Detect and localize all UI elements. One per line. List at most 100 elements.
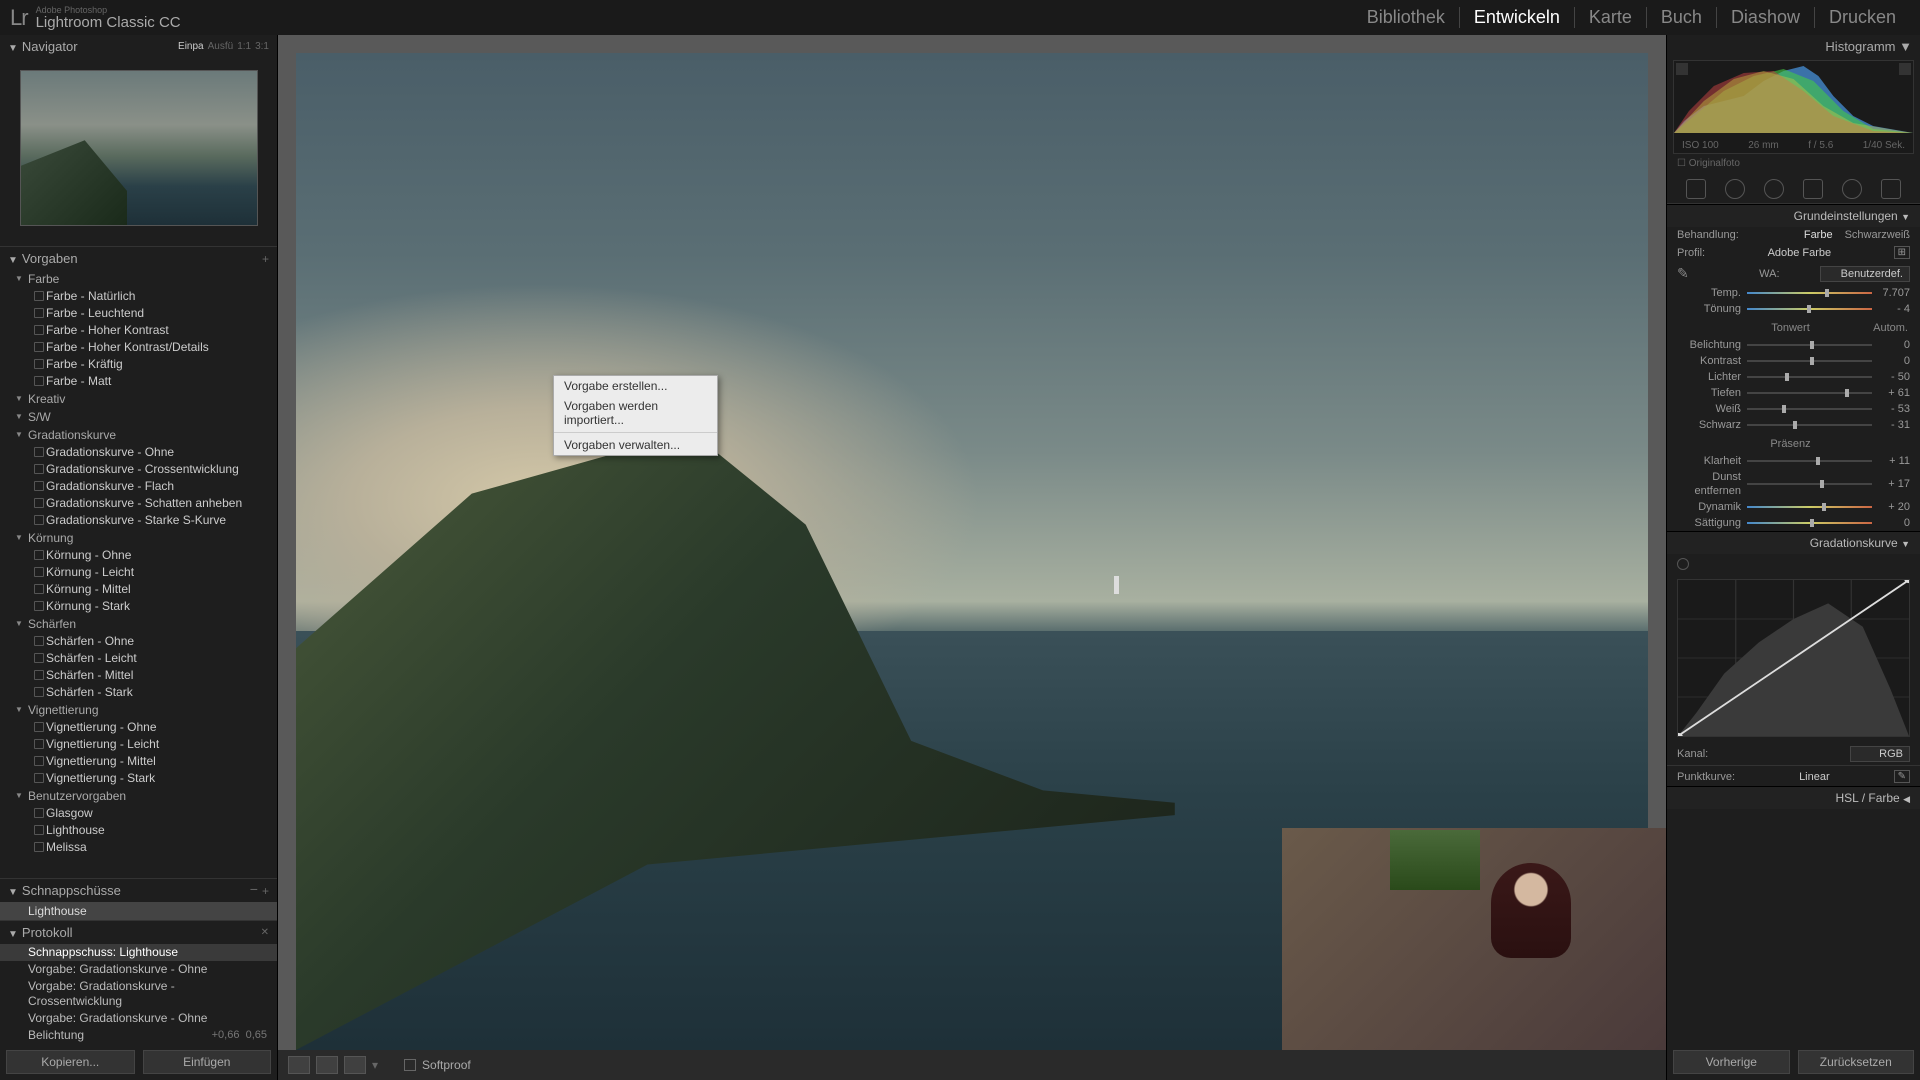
preset-group[interactable]: Schärfen [0,615,277,633]
spot-tool-icon[interactable] [1725,179,1745,199]
treatment-bw[interactable]: Schwarzweiß [1845,228,1910,242]
wb-dropdown[interactable]: Benutzerdef. [1820,266,1910,282]
navigator-preview[interactable] [0,58,277,246]
module-library[interactable]: Bibliothek [1353,7,1460,28]
navigator-header[interactable]: ▼Navigator Einpa Ausfü 1:1 3:1 [0,35,277,58]
snapshot-add-icon[interactable]: + [262,884,269,898]
slider-Kontrast[interactable]: Kontrast0 [1667,353,1920,369]
module-print[interactable]: Drucken [1815,7,1910,28]
preset-group[interactable]: Vignettierung [0,701,277,719]
shadow-clip-icon[interactable] [1676,63,1688,75]
menu-import-preset[interactable]: Vorgaben werden importiert... [554,396,717,430]
slider-Klarheit[interactable]: Klarheit+ 11 [1667,453,1920,469]
slider-Belichtung[interactable]: Belichtung0 [1667,337,1920,353]
slider-Lichter[interactable]: Lichter- 50 [1667,369,1920,385]
preset-item[interactable]: Gradationskurve - Ohne [0,444,277,461]
history-clear-icon[interactable]: ✕ [261,927,269,938]
highlight-clip-icon[interactable] [1899,63,1911,75]
preset-item[interactable]: Körnung - Mittel [0,581,277,598]
preset-item[interactable]: Körnung - Stark [0,598,277,615]
preset-item[interactable]: Glasgow [0,805,277,822]
preset-item[interactable]: Farbe - Natürlich [0,288,277,305]
preset-item[interactable]: Vignettierung - Stark [0,770,277,787]
slider-Weiß[interactable]: Weiß- 53 [1667,401,1920,417]
module-book[interactable]: Buch [1647,7,1717,28]
histogram-header[interactable]: Histogramm ▼ [1667,35,1920,58]
loupe-view-icon[interactable] [288,1056,310,1074]
history-item[interactable]: Belichtung +0,66 0,65 [0,1027,277,1044]
previous-button[interactable]: Vorherige [1673,1050,1790,1074]
preset-item[interactable]: Schärfen - Mittel [0,667,277,684]
preset-item[interactable]: Vignettierung - Ohne [0,719,277,736]
paste-button[interactable]: Einfügen [143,1050,272,1074]
channel-dropdown[interactable]: RGB [1850,746,1910,762]
history-item[interactable]: Vorgabe: Gradationskurve - Ohne [0,961,277,978]
graduated-filter-icon[interactable] [1803,179,1823,199]
slider-Dynamik[interactable]: Dynamik+ 20 [1667,499,1920,515]
history-item[interactable]: Vorgabe: Gradationskurve - Crossentwickl… [0,978,277,1010]
preset-item[interactable]: Vignettierung - Leicht [0,736,277,753]
history-header[interactable]: ▼Protokoll ✕ [0,920,277,944]
preset-group[interactable]: Benutzervorgaben [0,787,277,805]
preset-group[interactable]: Körnung [0,529,277,547]
preset-item[interactable]: Melissa [0,839,277,856]
profile-browser-icon[interactable]: ⊞ [1894,246,1910,259]
presets-add-icon[interactable]: + [262,252,269,266]
slider-Schwarz[interactable]: Schwarz- 31 [1667,417,1920,433]
module-map[interactable]: Karte [1575,7,1647,28]
slider-Sättigung[interactable]: Sättigung0 [1667,515,1920,531]
preset-item[interactable]: Gradationskurve - Starke S-Kurve [0,512,277,529]
slider-Dunst entfernen[interactable]: Dunst entfernen+ 17 [1667,469,1920,499]
preset-group[interactable]: Kreativ [0,390,277,408]
preset-item[interactable]: Gradationskurve - Schatten anheben [0,495,277,512]
preset-item[interactable]: Schärfen - Leicht [0,650,277,667]
preset-group[interactable]: Farbe [0,270,277,288]
module-slideshow[interactable]: Diashow [1717,7,1815,28]
tonecurve-header[interactable]: Gradationskurve ▼ [1667,531,1920,554]
brush-tool-icon[interactable] [1881,179,1901,199]
preset-item[interactable]: Farbe - Kräftig [0,356,277,373]
preset-item[interactable]: Farbe - Hoher Kontrast [0,322,277,339]
preset-item[interactable]: Farbe - Matt [0,373,277,390]
menu-create-preset[interactable]: Vorgabe erstellen... [554,376,717,396]
zoom-fit[interactable]: Einpa [178,41,204,52]
preset-item[interactable]: Schärfen - Stark [0,684,277,701]
module-develop[interactable]: Entwickeln [1460,7,1575,28]
history-item[interactable]: Schnappschuss: Lighthouse [0,944,277,961]
zoom-custom[interactable]: 3:1 [255,41,269,52]
softproof-checkbox[interactable] [404,1059,416,1071]
hsl-header[interactable]: HSL / Farbe ◀ [1667,786,1920,809]
before-after-icon[interactable] [316,1056,338,1074]
tat-icon[interactable] [1677,558,1689,570]
snapshot-remove-icon[interactable]: − [250,884,258,898]
radial-filter-icon[interactable] [1842,179,1862,199]
copy-button[interactable]: Kopieren... [6,1050,135,1074]
snapshots-header[interactable]: ▼Schnappschüsse −+ [0,878,277,902]
preset-group[interactable]: S/W [0,408,277,426]
slider-Temp.[interactable]: Temp.7.707 [1667,285,1920,301]
pointcurve-value[interactable]: Linear [1799,771,1830,783]
preset-item[interactable]: Körnung - Leicht [0,564,277,581]
preset-item[interactable]: Farbe - Hoher Kontrast/Details [0,339,277,356]
basic-panel-header[interactable]: Grundeinstellungen ▼ [1667,204,1920,227]
disclosure-icon[interactable]: ▾ [372,1058,378,1072]
compare-icon[interactable] [344,1056,366,1074]
profile-value[interactable]: Adobe Farbe [1768,247,1832,259]
zoom-fill[interactable]: Ausfü [208,41,234,52]
redeye-tool-icon[interactable] [1764,179,1784,199]
preset-item[interactable]: Vignettierung - Mittel [0,753,277,770]
preset-item[interactable]: Farbe - Leuchtend [0,305,277,322]
preset-item[interactable]: Körnung - Ohne [0,547,277,564]
crop-tool-icon[interactable] [1686,179,1706,199]
preset-group[interactable]: Gradationskurve [0,426,277,444]
slider-Tiefen[interactable]: Tiefen+ 61 [1667,385,1920,401]
histogram-display[interactable]: ISO 100 26 mm f / 5.6 1/40 Sek. [1673,60,1914,154]
reset-button[interactable]: Zurücksetzen [1798,1050,1915,1074]
preset-item[interactable]: Gradationskurve - Crossentwicklung [0,461,277,478]
tone-curve-editor[interactable] [1677,579,1910,737]
curve-edit-icon[interactable]: ✎ [1894,770,1910,783]
history-item[interactable]: Vorgabe: Gradationskurve - Ohne [0,1010,277,1027]
zoom-1-1[interactable]: 1:1 [237,41,251,52]
snapshot-item[interactable]: Lighthouse [0,902,277,920]
menu-manage-preset[interactable]: Vorgaben verwalten... [554,435,717,455]
